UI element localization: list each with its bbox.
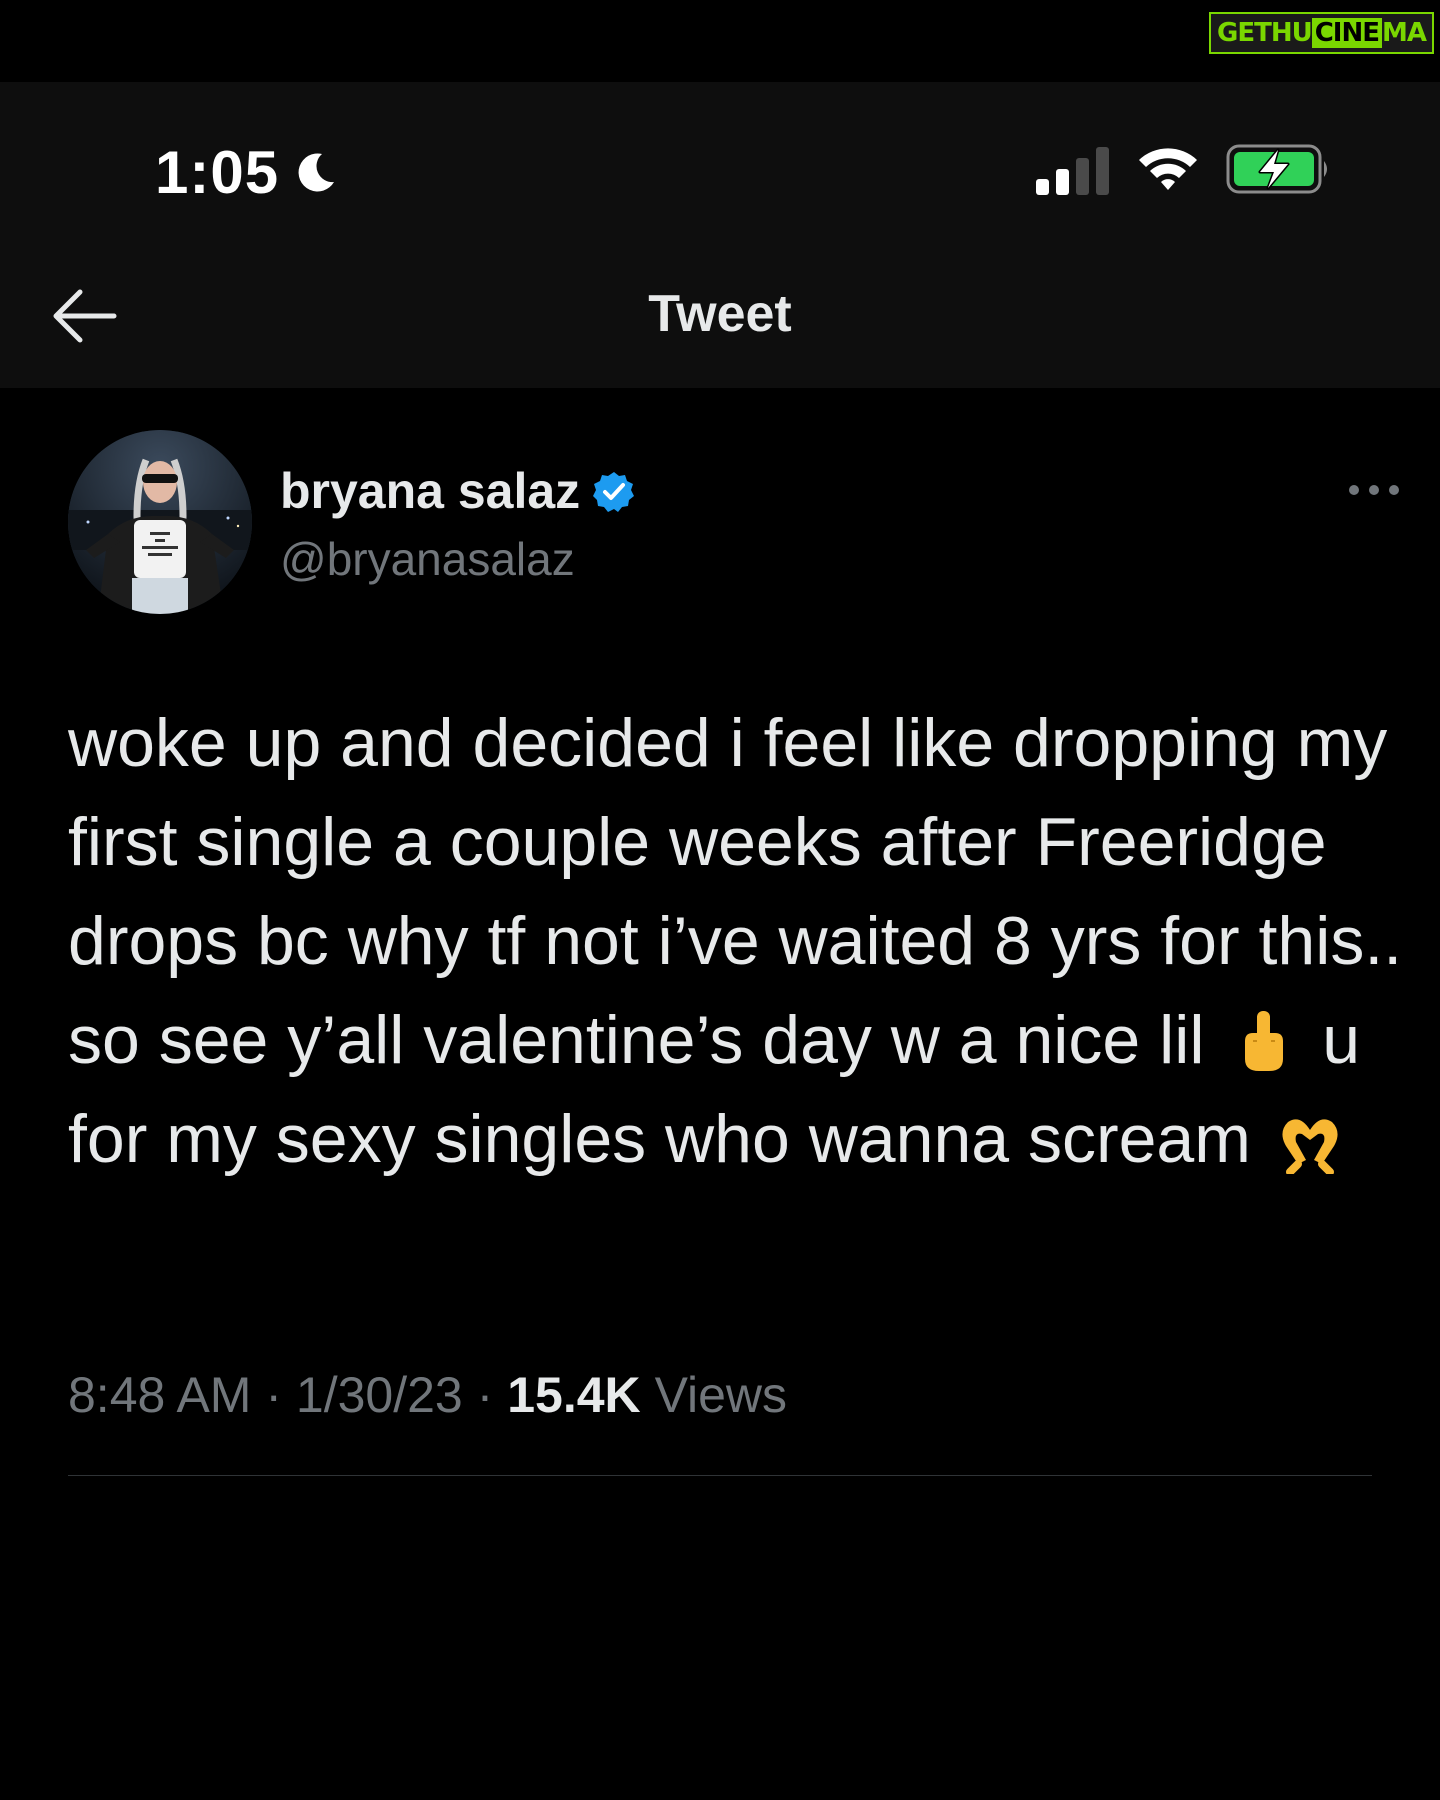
watermark-logo: GETHU CINE MA	[1209, 12, 1434, 54]
meta-separator: ·	[265, 1367, 283, 1423]
views-count[interactable]: 15.4K	[507, 1367, 640, 1423]
status-bar: 1:05	[0, 120, 1440, 220]
watermark-text-3: MA	[1382, 18, 1427, 48]
battery-charging-icon	[1226, 144, 1327, 194]
wifi-icon	[1139, 148, 1197, 190]
watermark-text-1: GETHU	[1217, 18, 1313, 48]
tweet-author: bryana salaz @bryanasalaz	[68, 428, 1399, 618]
user-handle[interactable]: @bryanasalaz	[280, 532, 575, 586]
tweet-text-part-1: woke up and decided i feel like dropping…	[68, 705, 1403, 1078]
meta-separator: ·	[476, 1367, 494, 1423]
views-label[interactable]: Views	[655, 1367, 787, 1423]
tweet-text: woke up and decided i feel like dropping…	[68, 694, 1408, 1189]
cellular-signal-icon	[1036, 147, 1109, 195]
moon-icon	[298, 153, 334, 192]
heart-hands-emoji	[1282, 1119, 1338, 1174]
verified-badge-icon	[593, 472, 635, 512]
display-name-text[interactable]: bryana salaz	[280, 463, 580, 519]
divider	[68, 1475, 1372, 1476]
tweet-meta: 8:48 AM · 1/30/23 · 15.4K Views	[68, 1366, 787, 1424]
nav-bar: Tweet	[0, 260, 1440, 370]
middle-finger-emoji	[1245, 1011, 1284, 1071]
tweet-time[interactable]: 8:48 AM	[68, 1367, 251, 1423]
status-time: 1:05	[155, 139, 280, 206]
display-name[interactable]: bryana salaz	[280, 462, 636, 520]
watermark-text-2: CINE	[1311, 18, 1382, 48]
page-title: Tweet	[648, 285, 792, 343]
tweet-date[interactable]: 1/30/23	[296, 1367, 463, 1423]
avatar[interactable]	[68, 430, 252, 614]
more-options-icon[interactable]	[1344, 478, 1404, 502]
